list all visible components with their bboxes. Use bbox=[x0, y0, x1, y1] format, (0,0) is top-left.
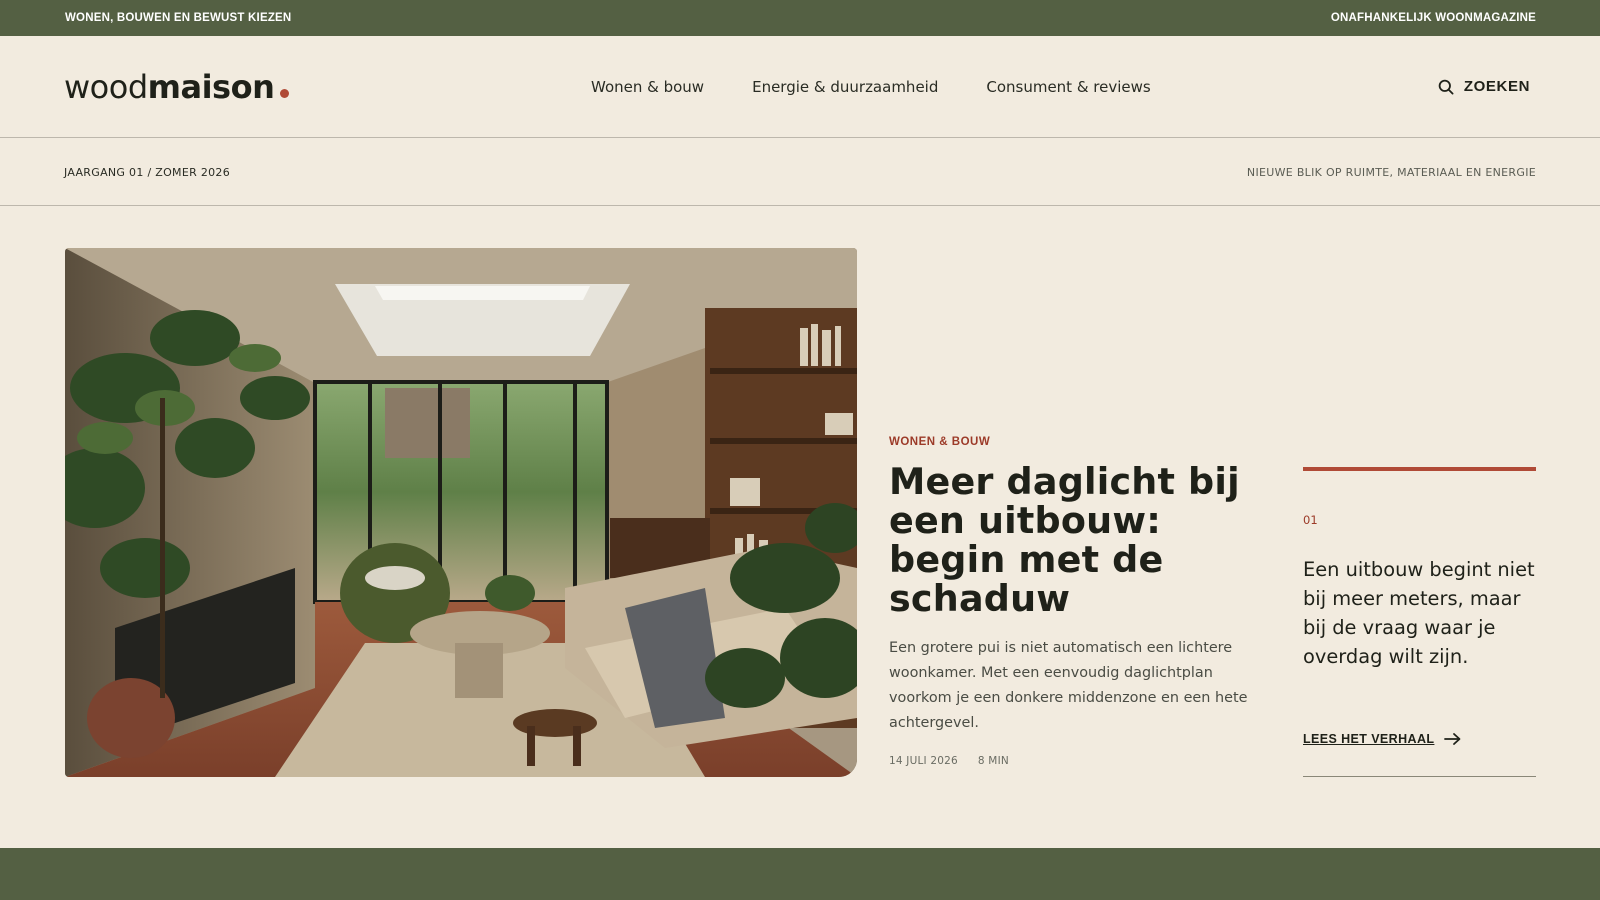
logo-wordmark-light: wood bbox=[64, 68, 148, 106]
article-lede: Een grotere pui is niet automatisch een … bbox=[889, 640, 1248, 731]
topbar-slogan: WONEN, BOUWEN EN BEWUST KIEZEN bbox=[65, 12, 292, 24]
arrow-right-icon bbox=[1444, 733, 1461, 745]
article-meta: 14 JULI 2026 8 MIN bbox=[889, 755, 1269, 767]
topbar-magazine-label: ONAFHANKELIJK WOONMAGAZINE bbox=[1330, 12, 1536, 24]
nav-item-energie[interactable]: Energie & duurzaamheid bbox=[752, 78, 938, 96]
logo-dot-icon bbox=[280, 89, 290, 98]
teaser-number: 01 bbox=[1303, 513, 1318, 527]
article-title[interactable]: Meer daglicht bij een uitbouw: begin met… bbox=[889, 462, 1269, 618]
issue-tagline: NIEUWE BLIK OP RUIMTE, MATERIAAL EN ENER… bbox=[1246, 166, 1536, 179]
issue-label: JAARGANG 01 / ZOMER 2026 bbox=[64, 166, 231, 179]
feature-article: WONEN & BOUW Meer daglicht bij een uitbo… bbox=[889, 436, 1269, 767]
top-bar: WONEN, BOUWEN EN BEWUST KIEZEN ONAFHANKE… bbox=[0, 0, 1600, 36]
read-story-label: LEES HET VERHAAL bbox=[1303, 732, 1435, 746]
living-room-illustration bbox=[65, 248, 857, 777]
nav-item-wonen-bouw[interactable]: Wonen & bouw bbox=[591, 78, 704, 96]
search-button[interactable]: ZOEKEN bbox=[1438, 78, 1530, 95]
article-read-time: 8 MIN bbox=[977, 755, 1009, 767]
site-logo[interactable]: wood maison bbox=[64, 68, 290, 106]
logo-wordmark-bold: maison bbox=[147, 68, 275, 106]
read-story-link[interactable]: LEES HET VERHAAL bbox=[1303, 732, 1462, 746]
article-date: 14 JULI 2026 bbox=[889, 755, 958, 767]
story-teaser: 01 Een uitbouw begint niet bij meer mete… bbox=[1303, 467, 1536, 777]
search-label: ZOEKEN bbox=[1463, 78, 1530, 95]
search-icon bbox=[1438, 79, 1454, 95]
hero-image[interactable] bbox=[65, 248, 857, 777]
site-header: wood maison Wonen & bouw Energie & duurza… bbox=[0, 36, 1600, 138]
issue-bar: JAARGANG 01 / ZOMER 2026 NIEUWE BLIK OP … bbox=[0, 138, 1600, 206]
article-category[interactable]: WONEN & BOUW bbox=[889, 436, 1269, 448]
footer-band bbox=[0, 848, 1600, 900]
nav-item-consument[interactable]: Consument & reviews bbox=[986, 78, 1150, 96]
teaser-quote: Een uitbouw begint niet bij meer meters,… bbox=[1303, 558, 1535, 668]
main-nav: Wonen & bouw Energie & duurzaamheid Cons… bbox=[591, 78, 1151, 96]
